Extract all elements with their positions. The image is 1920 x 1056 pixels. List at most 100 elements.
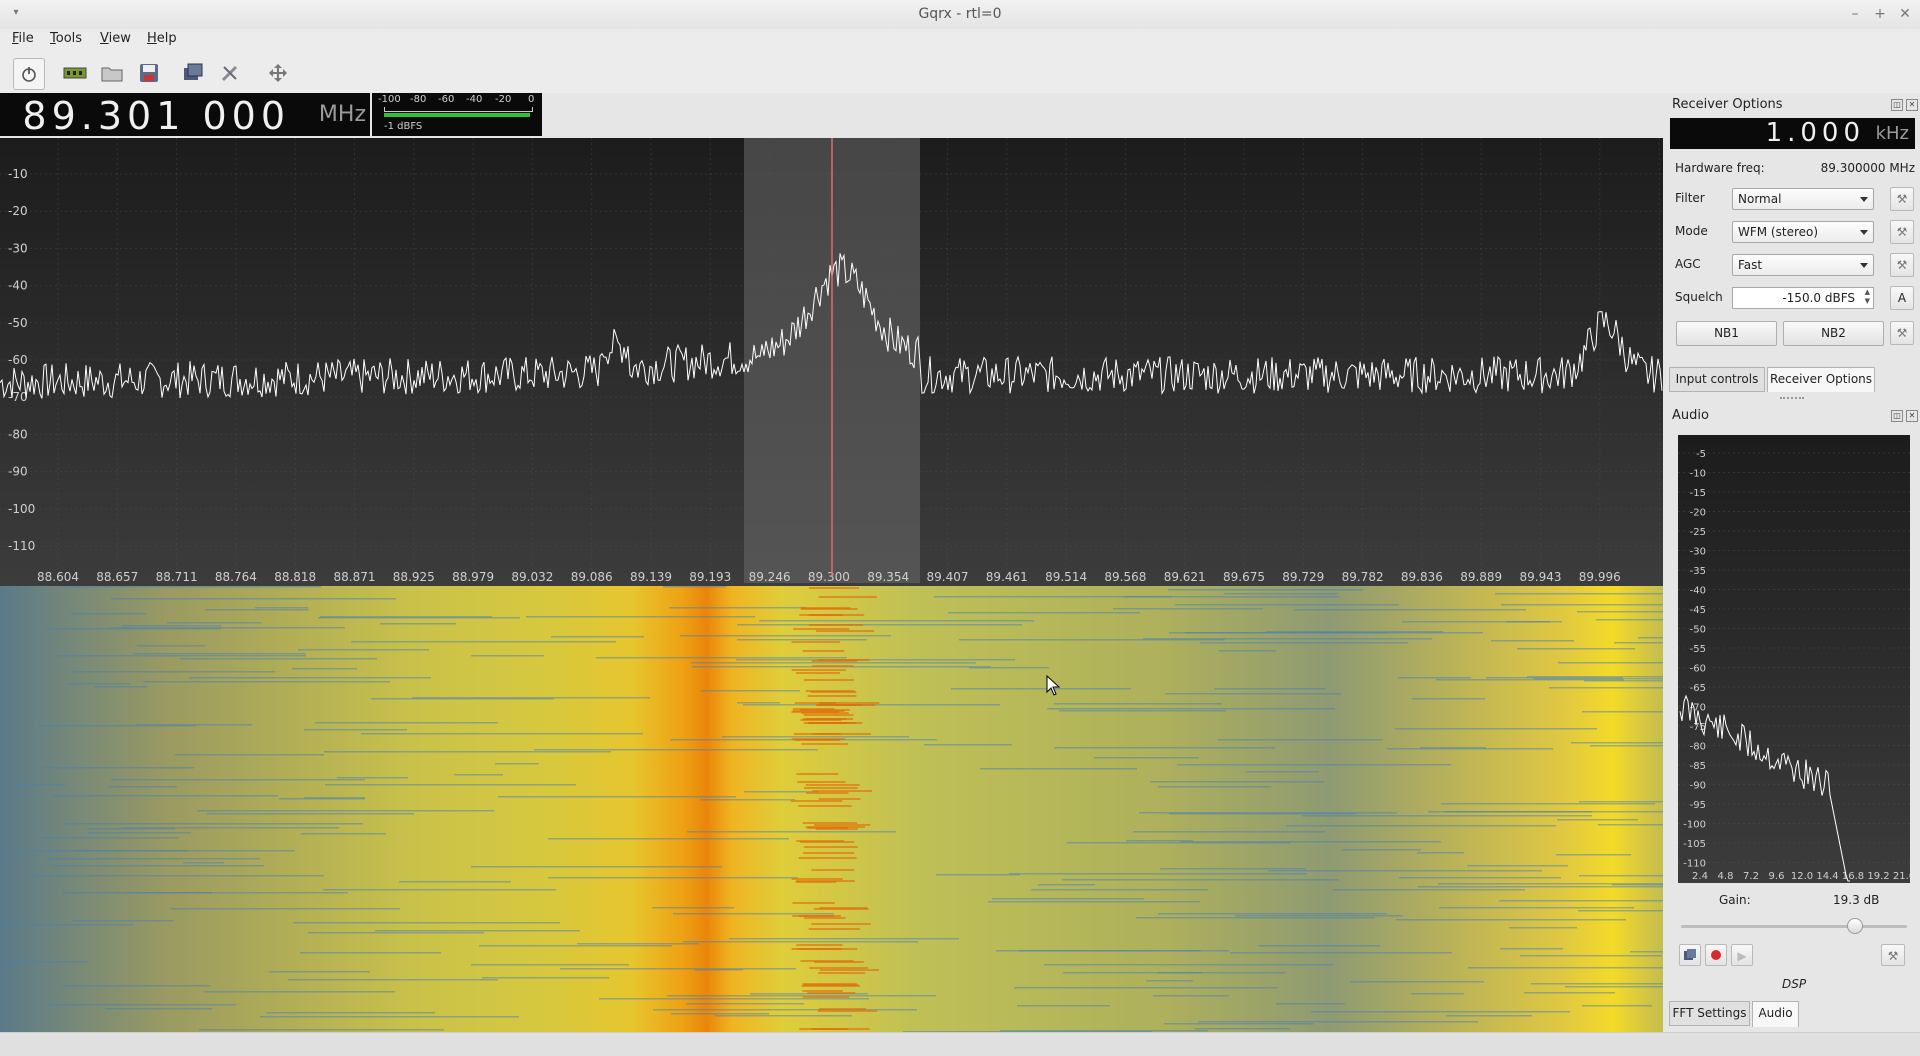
tab-fft-settings[interactable]: FFT Settings — [1669, 1001, 1750, 1026]
waterfall-streak — [304, 797, 365, 799]
nb1-button[interactable]: NB1 — [1676, 321, 1777, 346]
toolbar — [0, 51, 1920, 93]
tab-audio[interactable]: Audio — [1752, 1001, 1799, 1027]
waterfall-streak — [701, 690, 800, 692]
filter-offset-display[interactable]: 1.000 kHz — [1670, 118, 1915, 149]
waterfall-streak — [759, 620, 1034, 622]
filter-options-button[interactable]: ⚒ — [1890, 187, 1914, 211]
waterfall-streak — [1165, 693, 1341, 695]
squelch-value: -150.0 dBFS — [1782, 291, 1855, 305]
menu-tools[interactable]: Tools — [50, 31, 82, 46]
record-icon — [1711, 950, 1721, 960]
open-folder-icon[interactable] — [97, 58, 127, 88]
waterfall-streak — [1439, 907, 1634, 909]
audio-fft-plot[interactable]: -5 -10 -15 -20 -25 -30 -35 -40 -45 -50 -55 -60 -65 -7… — [1678, 435, 1910, 883]
minimize-icon[interactable]: – — [1845, 4, 1865, 24]
waterfall-streak — [1235, 915, 1403, 917]
waterfall-streak — [105, 1008, 212, 1010]
close-panel-icon[interactable]: ✕ — [1906, 99, 1918, 111]
waterfall-streak — [652, 907, 734, 909]
close-icon[interactable]: ✕ — [1895, 4, 1915, 24]
agc-select[interactable]: Fast — [1732, 254, 1874, 276]
menu-help[interactable]: Help — [147, 31, 177, 46]
save-icon[interactable] — [134, 58, 164, 88]
waterfall-streak — [791, 641, 840, 643]
x-axis-label: 89.246 — [749, 570, 791, 584]
menu-view[interactable]: View — [100, 31, 131, 46]
float-icon[interactable]: ◫ — [1891, 99, 1903, 111]
gain-label: Gain: — [1719, 893, 1751, 907]
close-panel-icon[interactable]: ✕ — [1906, 410, 1918, 422]
tab-receiver-options[interactable]: Receiver Options — [1767, 367, 1875, 392]
waterfall-streak — [792, 915, 835, 917]
waterfall-streak — [75, 850, 188, 852]
waterfall-streak — [371, 698, 554, 700]
waterfall-streak — [1638, 637, 1663, 639]
y-axis-label: -50 — [1690, 625, 1706, 636]
waterfall-streak — [803, 679, 854, 681]
waterfall-streak — [320, 616, 492, 618]
audio-settings-button[interactable] — [1679, 944, 1701, 966]
tools-icon[interactable] — [215, 58, 245, 88]
screenshot-icon[interactable] — [178, 58, 208, 88]
float-icon[interactable]: ◫ — [1891, 410, 1903, 422]
waterfall-streak — [1630, 951, 1663, 953]
waterfall-streak — [969, 667, 1049, 669]
nb-options-button[interactable]: ⚒ — [1890, 321, 1914, 345]
waterfall-display[interactable] — [0, 586, 1663, 1032]
power-icon[interactable] — [13, 58, 45, 90]
filter-offset-value[interactable]: 1.000 — [1766, 118, 1865, 148]
frequency-value[interactable]: 89.301 000 — [22, 94, 290, 138]
y-axis-label: -30 — [8, 241, 28, 255]
mode-select[interactable]: WFM (stereo) — [1732, 221, 1874, 243]
waterfall-texture — [3, 586, 1663, 1032]
tab-input-controls[interactable]: Input controls — [1669, 367, 1765, 392]
agc-options-button[interactable]: ⚒ — [1890, 253, 1914, 277]
nb2-button[interactable]: NB2 — [1783, 321, 1884, 346]
waterfall-streak — [802, 996, 850, 998]
filter-select[interactable]: Normal — [1732, 188, 1874, 210]
record-button[interactable] — [1705, 944, 1727, 966]
waterfall-streak — [1598, 824, 1663, 826]
waterfall-streak — [1441, 803, 1655, 805]
waterfall-streak — [691, 662, 976, 664]
frequency-display[interactable]: 89.301 000 MHz — [0, 93, 370, 138]
waterfall-streak — [59, 586, 321, 588]
waterfall-streak — [1565, 986, 1663, 988]
waterfall-streak — [197, 810, 494, 812]
audio-options-button[interactable]: ⚒ — [1881, 944, 1905, 966]
waterfall-streak — [260, 1016, 519, 1018]
rtl-device-icon[interactable] — [60, 58, 90, 88]
waterfall-streak — [1062, 879, 1339, 881]
squelch-spinbox[interactable]: -150.0 dBFS ▲ ▼ — [1732, 287, 1874, 309]
squelch-auto-button[interactable]: A — [1890, 286, 1914, 310]
waterfall-streak — [121, 827, 339, 829]
waterfall-streak — [801, 743, 848, 745]
waterfall-streak — [792, 902, 835, 904]
spectrum-plot[interactable]: -10 -20 -30 -40 -50 -60 -70 -80 -90 -100 -110 88.60… — [0, 138, 1663, 586]
waterfall-streak — [94, 686, 147, 688]
waterfall-streak — [1059, 710, 1226, 712]
splitter-handle[interactable] — [1780, 397, 1804, 399]
gain-slider-track[interactable] — [1681, 925, 1907, 928]
waterfall-streak — [811, 923, 871, 925]
mode-options-button[interactable]: ⚒ — [1890, 220, 1914, 244]
maximize-icon[interactable]: + — [1870, 4, 1890, 24]
x-axis-label: 19.2 — [1867, 871, 1889, 882]
waterfall-streak — [1342, 849, 1421, 851]
waterfall-streak — [1246, 771, 1319, 773]
play-button[interactable]: ▶ — [1731, 944, 1753, 966]
waterfall-streak — [1017, 1005, 1110, 1007]
waterfall-streak — [308, 932, 484, 934]
y-axis-label: -10 — [1690, 469, 1706, 480]
waterfall-streak — [653, 1009, 917, 1011]
waterfall-streak — [3, 924, 134, 926]
waterfall-streak — [1224, 593, 1338, 595]
menu-file[interactable]: File — [12, 31, 34, 46]
waterfall-streak — [807, 695, 857, 697]
waterfall-streak — [479, 945, 672, 947]
fullscreen-icon[interactable] — [263, 58, 293, 88]
spin-arrows-icon[interactable]: ▲ ▼ — [1865, 288, 1870, 306]
waterfall-streak — [64, 823, 363, 825]
gain-slider-handle[interactable] — [1847, 918, 1864, 934]
